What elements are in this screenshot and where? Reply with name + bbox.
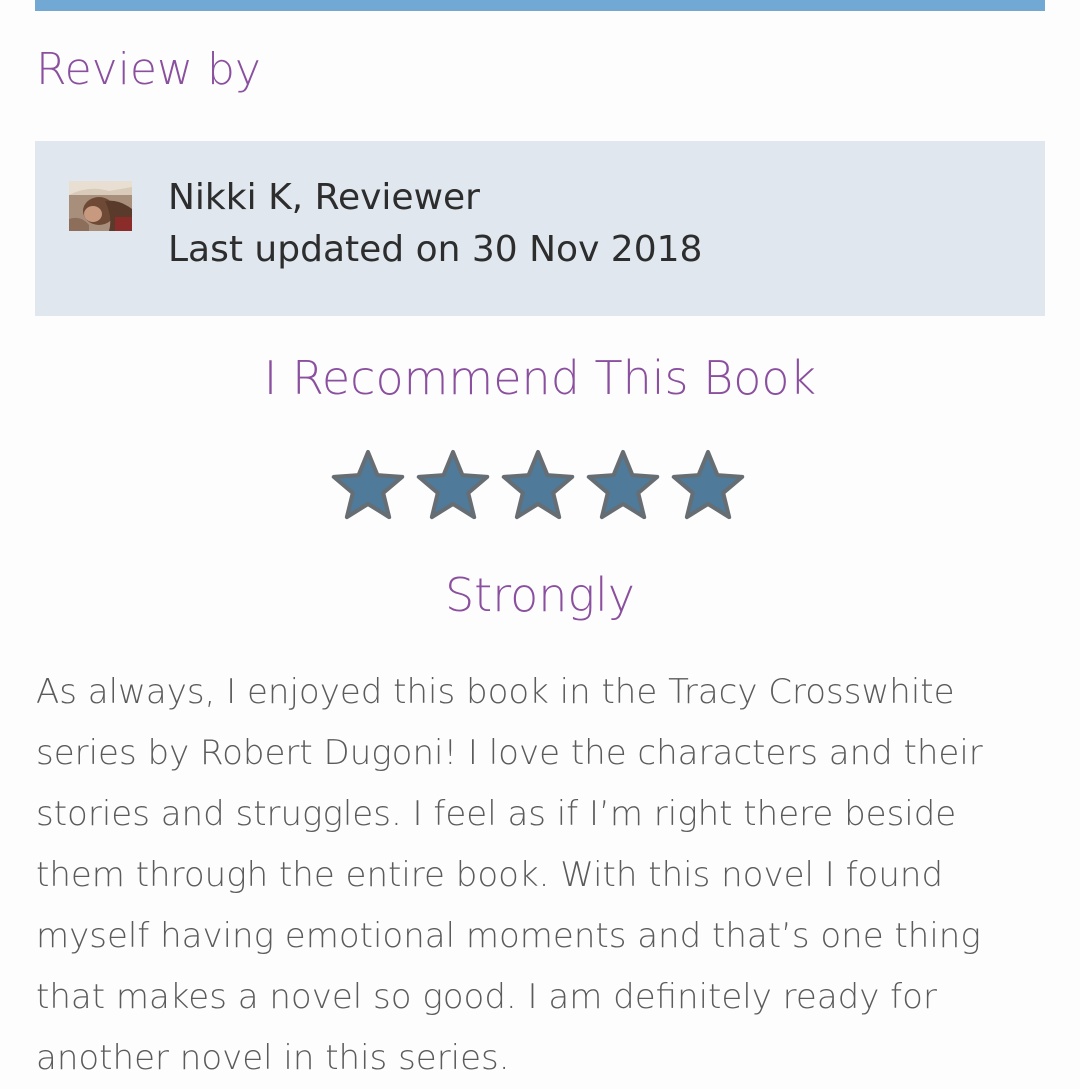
recommendation-heading: I Recommend This Book [263,351,817,405]
star-icon [501,450,575,520]
star-icon [671,450,745,520]
last-updated-date: Last updated on 30 Nov 2018 [168,229,703,270]
reviewer-name: Nikki K, Reviewer [168,177,480,218]
star-rating [331,450,745,520]
reviewer-photo-icon [69,181,132,231]
star-icon [416,450,490,520]
review-body: As always, I enjoyed this book in the Tr… [36,672,983,1078]
star-icon [586,450,660,520]
review-by-heading: Review by [36,44,261,95]
avatar[interactable] [69,181,132,231]
recommendation-strength: Strongly [444,568,636,622]
star-icon [331,450,405,520]
top-accent-bar [35,0,1045,11]
reviewer-card: Nikki K, Reviewer Last updated on 30 Nov… [35,141,1045,316]
